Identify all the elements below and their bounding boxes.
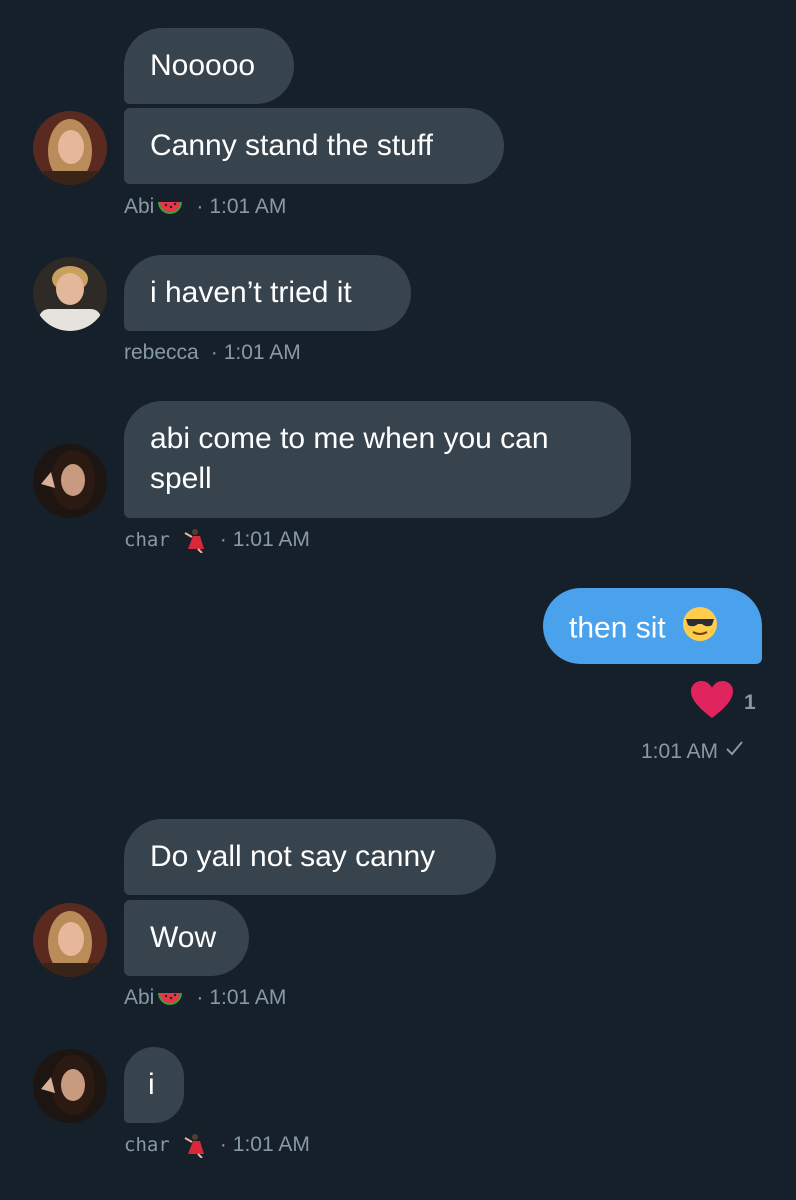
message-bubble[interactable]: i haven’t tried it [124, 255, 411, 331]
message-text: Canny stand the stuff [150, 129, 433, 162]
message-text: Do yall not say canny [150, 840, 436, 873]
meta-separator: · [196, 195, 204, 218]
sender-name: char [124, 529, 170, 551]
sender-name: Abi [124, 195, 155, 218]
message-bubble[interactable]: Wow [124, 900, 249, 976]
sender-name: rebecca [124, 341, 199, 364]
message-text-line: spell [150, 462, 212, 495]
avatar-abi[interactable] [33, 111, 107, 185]
message-bubble[interactable]: Canny stand the stuff [124, 108, 504, 184]
sender-name: Abi [124, 986, 155, 1009]
message-time: 1:01 AM [209, 195, 287, 218]
message-bubble[interactable]: Do yall not say canny [124, 819, 496, 895]
message-text: Wow [150, 921, 217, 954]
outgoing-message-bubble[interactable]: then sit [543, 588, 762, 664]
message-meta: Abi · 1:01 AM [124, 194, 286, 220]
dancer-emoji [180, 527, 208, 554]
meta-separator: · [219, 1133, 227, 1156]
message-meta: char · 1:01 AM [124, 1132, 310, 1159]
watermelon-emoji [156, 194, 184, 220]
avatar-char[interactable] [33, 444, 107, 518]
sunglasses-emoji [682, 606, 718, 653]
message-meta: Abi · 1:01 AM [124, 985, 286, 1011]
meta-separator: · [210, 341, 218, 364]
dancer-emoji [180, 1132, 208, 1159]
avatar-char[interactable] [33, 1049, 107, 1123]
message-text: i [148, 1068, 155, 1101]
message-time: 1:01 AM [223, 341, 301, 364]
message-text: i haven’t tried it [150, 276, 352, 309]
message-bubble[interactable]: abi come to me when you can spell [124, 401, 631, 518]
message-meta: rebecca · 1:01 AM [124, 340, 301, 366]
avatar-abi[interactable] [33, 903, 107, 977]
reaction-count: 1 [744, 691, 756, 714]
message-text: Nooooo [150, 49, 256, 82]
heart-icon [690, 680, 734, 726]
meta-separator: · [196, 986, 204, 1009]
watermelon-emoji [156, 985, 184, 1011]
message-meta: char · 1:01 AM [124, 527, 310, 554]
sender-name: char [124, 1134, 170, 1156]
message-time: 1:01 AM [232, 1133, 310, 1156]
checkmark-icon [724, 738, 744, 765]
message-text: then sit [569, 611, 666, 645]
message-time: 1:01 AM [209, 986, 287, 1009]
message-time: 1:01 AM [232, 528, 310, 551]
message-bubble[interactable]: i [124, 1047, 184, 1123]
meta-separator: · [219, 528, 227, 551]
message-time: 1:01 AM [641, 739, 719, 763]
message-meta: 1:01 AM [641, 738, 744, 765]
message-bubble[interactable]: Nooooo [124, 28, 294, 104]
message-text-line: abi come to me when you can [150, 422, 549, 455]
avatar-rebecca[interactable] [33, 257, 107, 331]
reaction[interactable]: 1 [690, 680, 756, 726]
